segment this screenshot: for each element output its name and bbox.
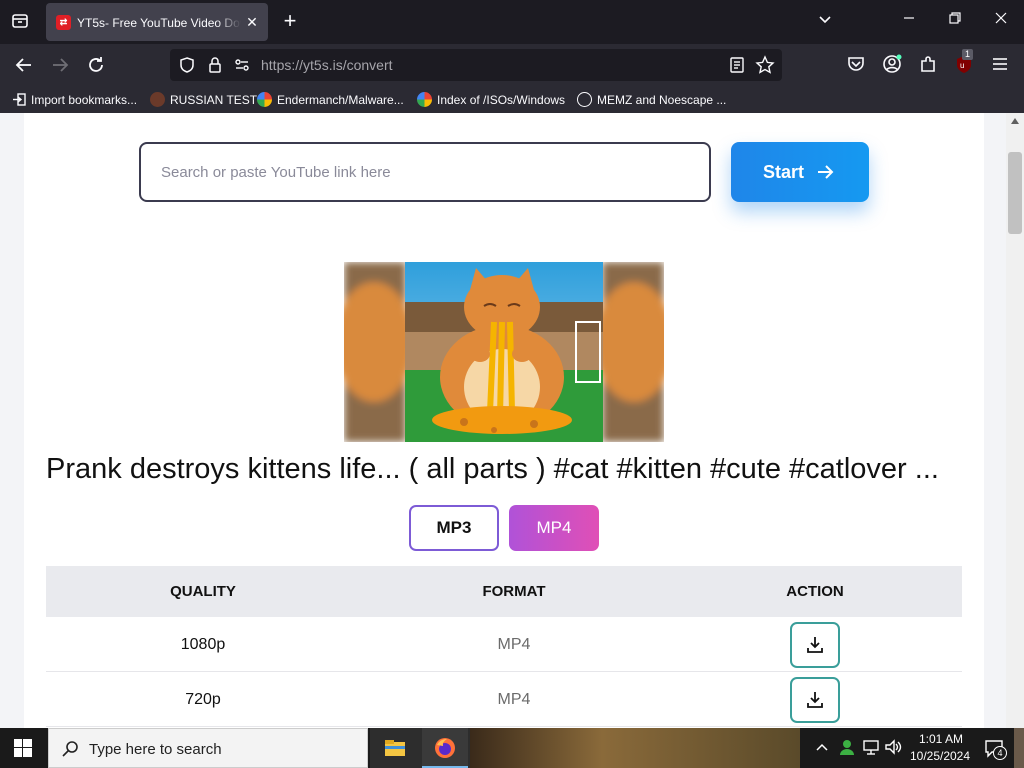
column-header-format: FORMAT <box>482 583 546 600</box>
search-icon <box>62 741 78 757</box>
show-hidden-icons-chevron-icon[interactable] <box>815 740 829 759</box>
clock-time[interactable]: 1:01 AM <box>911 732 971 746</box>
navigation-bar: https://yt5s.is/convert u 1 <box>0 44 1024 86</box>
close-tab-icon[interactable]: ✕ <box>243 13 261 31</box>
column-header-quality: QUALITY <box>170 583 236 600</box>
new-tab-icon[interactable]: + <box>279 10 301 33</box>
globe-icon <box>577 92 592 107</box>
reader-view-icon[interactable] <box>728 56 746 79</box>
clock-date[interactable]: 10/25/2024 <box>905 749 975 763</box>
taskbar-search-input[interactable]: Type here to search <box>48 728 368 768</box>
table-row: 1080p MP4 <box>46 617 962 672</box>
taskbar: Type here to search 1:01 AM 10/25/2024 4 <box>0 728 1024 768</box>
search-placeholder: Search or paste YouTube link here <box>161 164 391 181</box>
extensions-puzzle-icon[interactable] <box>917 53 941 77</box>
scroll-up-arrow-icon[interactable] <box>1010 117 1020 125</box>
tab-mp4[interactable]: MP4 <box>509 505 599 551</box>
permissions-icon[interactable] <box>233 56 251 79</box>
people-icon[interactable] <box>838 738 856 761</box>
svg-text:u: u <box>960 61 964 70</box>
ublock-extension-icon[interactable]: u 1 <box>953 49 977 77</box>
page-viewport: Search or paste YouTube link here Start <box>0 113 1024 728</box>
menu-hamburger-icon[interactable] <box>989 53 1013 77</box>
google-favicon <box>417 92 432 107</box>
lock-icon[interactable] <box>206 56 224 79</box>
url-domain: https://yt5s.is <box>261 57 343 73</box>
scrollbar-thumb[interactable] <box>1008 152 1022 234</box>
account-icon[interactable] <box>881 53 905 77</box>
url-path: /convert <box>342 57 393 73</box>
firefox-taskbar-button[interactable] <box>422 728 468 768</box>
bookmark-label: MEMZ and Noescape ... <box>597 93 727 107</box>
bookmark-memz-noescape[interactable]: MEMZ and Noescape ... <box>577 91 726 109</box>
taskbar-wallpaper-strip <box>470 728 800 768</box>
table-header: QUALITY FORMAT ACTION <box>46 566 962 617</box>
bookmark-endermanch-malware[interactable]: Endermanch/Malware... <box>257 91 404 109</box>
bookmark-label: RUSSIAN TEST <box>170 93 258 107</box>
bookmarks-bar: Import bookmarks... RUSSIAN TEST Enderma… <box>0 86 1024 113</box>
video-thumbnail <box>344 262 664 442</box>
russian-test-favicon <box>150 92 165 107</box>
download-icon <box>807 692 823 708</box>
format-cell: MP4 <box>497 636 531 653</box>
minimize-icon[interactable] <box>898 11 920 33</box>
pocket-icon[interactable] <box>845 53 869 77</box>
tab-mp3[interactable]: MP3 <box>409 505 499 551</box>
import-icon <box>12 92 27 112</box>
tracking-protection-shield-icon[interactable] <box>178 56 196 79</box>
yt5s-favicon: ⇄ <box>56 15 71 30</box>
windows-start-icon[interactable] <box>14 739 32 762</box>
table-row: 720p MP4 <box>46 672 962 727</box>
bookmark-label: Index of /ISOs/Windows <box>437 93 566 107</box>
back-arrow-icon[interactable] <box>12 53 36 77</box>
firefox-icon <box>435 738 455 758</box>
taskbar-search-placeholder: Type here to search <box>89 741 222 758</box>
list-tabs-chevron-icon[interactable] <box>814 11 836 33</box>
quality-cell: 720p <box>185 691 221 708</box>
start-button[interactable]: Start <box>731 142 869 202</box>
restore-icon[interactable] <box>944 11 966 33</box>
address-bar[interactable]: https://yt5s.is/convert <box>170 49 782 81</box>
tab-overview-icon[interactable] <box>9 11 31 33</box>
forward-arrow-icon[interactable] <box>48 53 72 77</box>
tab-bar: ⇄ YT5s- Free YouTube Video Downloader ✕ … <box>0 0 1024 44</box>
volume-icon[interactable] <box>884 738 902 761</box>
quality-cell: 1080p <box>180 636 226 653</box>
youtube-link-search-input[interactable]: Search or paste YouTube link here <box>139 142 711 202</box>
column-header-action: ACTION <box>786 583 844 600</box>
bookmark-star-icon[interactable] <box>755 55 775 80</box>
active-tab[interactable]: ⇄ YT5s- Free YouTube Video Downloader ✕ <box>46 3 268 41</box>
url-text[interactable]: https://yt5s.is/convert <box>261 57 393 73</box>
bookmark-import[interactable]: Import bookmarks... <box>12 91 137 109</box>
google-favicon <box>257 92 272 107</box>
arrow-right-icon <box>818 165 834 179</box>
notification-count-badge: 4 <box>993 746 1007 760</box>
video-title: Prank destroys kittens life... ( all par… <box>46 453 939 485</box>
download-icon <box>807 637 823 653</box>
notifications-icon[interactable]: 4 <box>983 737 1007 764</box>
download-button[interactable] <box>790 622 840 668</box>
download-button[interactable] <box>790 677 840 723</box>
file-explorer-icon[interactable] <box>384 737 406 764</box>
tab-title: YT5s- Free YouTube Video Downloader <box>77 16 241 30</box>
start-button-label: Start <box>763 162 805 182</box>
reload-icon[interactable] <box>84 53 108 77</box>
bookmark-russian-test[interactable]: RUSSIAN TEST <box>150 91 257 109</box>
close-window-icon[interactable] <box>990 11 1012 33</box>
extension-badge: 1 <box>962 49 974 60</box>
network-icon[interactable] <box>862 738 880 761</box>
bookmark-label: Endermanch/Malware... <box>277 93 404 107</box>
show-desktop-button[interactable] <box>1014 728 1024 768</box>
bookmark-index-isos[interactable]: Index of /ISOs/Windows <box>417 91 565 109</box>
format-cell: MP4 <box>497 691 531 708</box>
bookmark-label: Import bookmarks... <box>31 93 138 107</box>
